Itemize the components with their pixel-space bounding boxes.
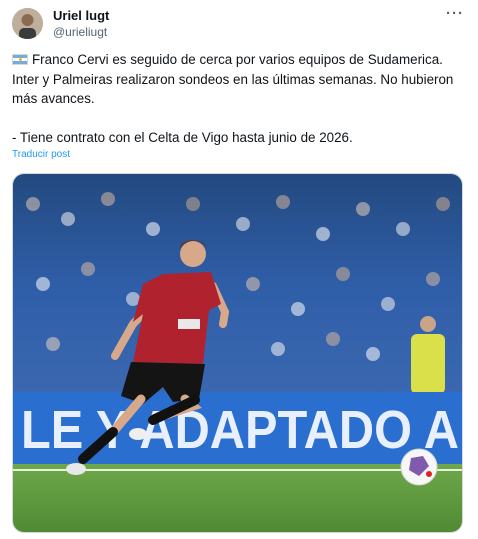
avatar[interactable] (12, 8, 43, 39)
handle[interactable]: @urieliugt (53, 24, 109, 40)
translate-post-link[interactable]: Traducir post (12, 149, 70, 160)
tweet-photo[interactable]: LE Y ADAPTADO A (12, 173, 463, 533)
tweet-paragraph-2: - Tiene contrato con el Celta de Vigo ha… (12, 129, 353, 145)
tweet-paragraph-1: Franco Cervi es seguido de cerca por var… (12, 50, 468, 109)
tweet-body: Franco Cervi es seguido de cerca por var… (12, 50, 468, 147)
argentina-flag-icon (12, 54, 28, 65)
more-horizontal-icon[interactable]: ··· (446, 6, 464, 22)
tweet: Uriel lugt @urieliugt ··· Franco Cervi e… (0, 0, 478, 539)
user-info: Uriel lugt @urieliugt (53, 8, 109, 40)
display-name[interactable]: Uriel lugt (53, 8, 109, 23)
tweet-text-1: Franco Cervi es seguido de cerca por var… (12, 52, 458, 106)
steward (411, 334, 445, 394)
crowd-background (13, 174, 462, 394)
soccer-ball (400, 448, 438, 486)
